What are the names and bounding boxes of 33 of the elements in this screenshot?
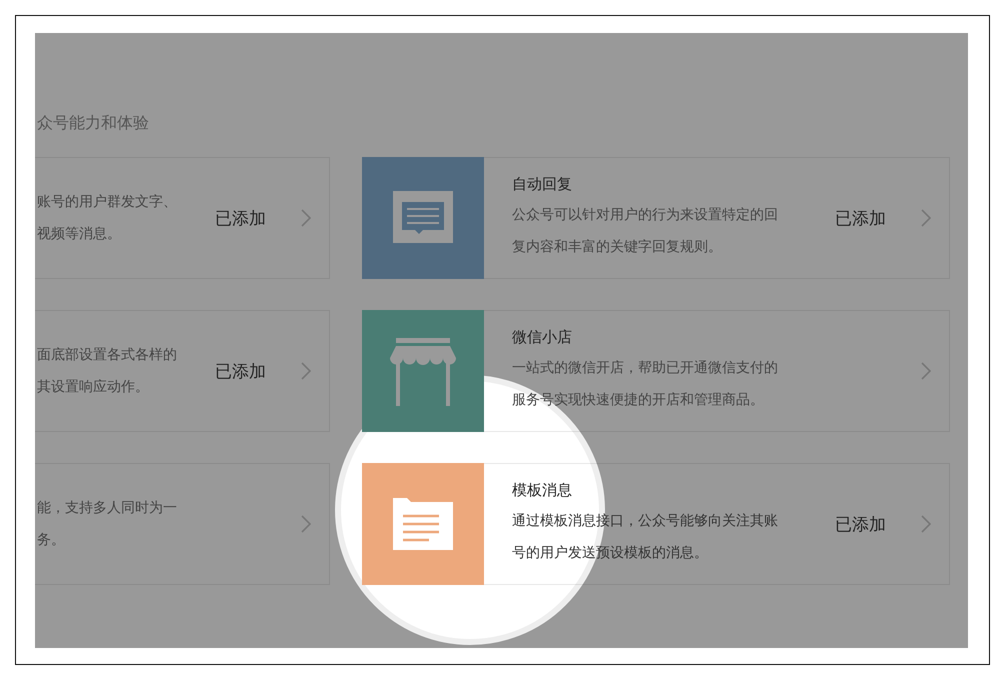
chevron-right-icon	[301, 362, 311, 380]
chevron-right-icon	[921, 209, 931, 227]
feature-description: 服务号实现快速便捷的开店和管理商品。	[512, 391, 765, 410]
feature-description: 面底部设置各式各样的	[37, 346, 178, 365]
feature-description: 复内容和丰富的关键字回复规则。	[512, 238, 723, 257]
feature-title: 自动回复	[512, 174, 573, 195]
feature-description: 通过模板消息接口，公众号能够向关注其账	[512, 512, 779, 531]
feature-title: 模板消息	[512, 480, 573, 501]
feature-card[interactable]: 自动回复 公众号可以针对用户的行为来设置特定的回 复内容和丰富的关键字回复规则。 已添加	[362, 157, 950, 279]
feature-title: 微信小店	[512, 327, 573, 348]
section-title: 众号能力和体验	[37, 113, 150, 133]
document-icon	[393, 498, 453, 550]
feature-description: 务。	[37, 531, 66, 550]
chevron-right-icon	[921, 515, 931, 533]
chevron-right-icon	[301, 515, 311, 533]
feature-description: 公众号可以针对用户的行为来设置特定的回	[512, 206, 779, 225]
feature-card[interactable]: 能，支持多人同时为一 务。	[35, 463, 330, 585]
speech-bubble-icon	[393, 191, 453, 245]
feature-card[interactable]: 账号的用户群发文字、 视频等消息。 已添加	[35, 157, 330, 279]
feature-description: 其设置响应动作。	[37, 378, 150, 397]
feature-description: 能，支持多人同时为一	[37, 499, 178, 518]
feature-description: 视频等消息。	[37, 225, 122, 244]
chevron-right-icon	[301, 209, 311, 227]
shop-awning-icon	[388, 336, 458, 406]
feature-description: 一站式的微信开店，帮助已开通微信支付的	[512, 359, 779, 378]
status-label: 已添加	[835, 208, 887, 230]
chevron-right-icon	[921, 362, 931, 380]
feature-description: 账号的用户群发文字、	[37, 193, 178, 212]
feature-card[interactable]: 面底部设置各式各样的 其设置响应动作。 已添加	[35, 310, 330, 432]
status-label: 已添加	[215, 360, 267, 382]
feature-card[interactable]: 微信小店 一站式的微信开店，帮助已开通微信支付的 服务号实现快速便捷的开店和管理商品。	[362, 310, 950, 432]
status-label: 已添加	[215, 208, 267, 230]
status-label: 已添加	[835, 514, 887, 536]
